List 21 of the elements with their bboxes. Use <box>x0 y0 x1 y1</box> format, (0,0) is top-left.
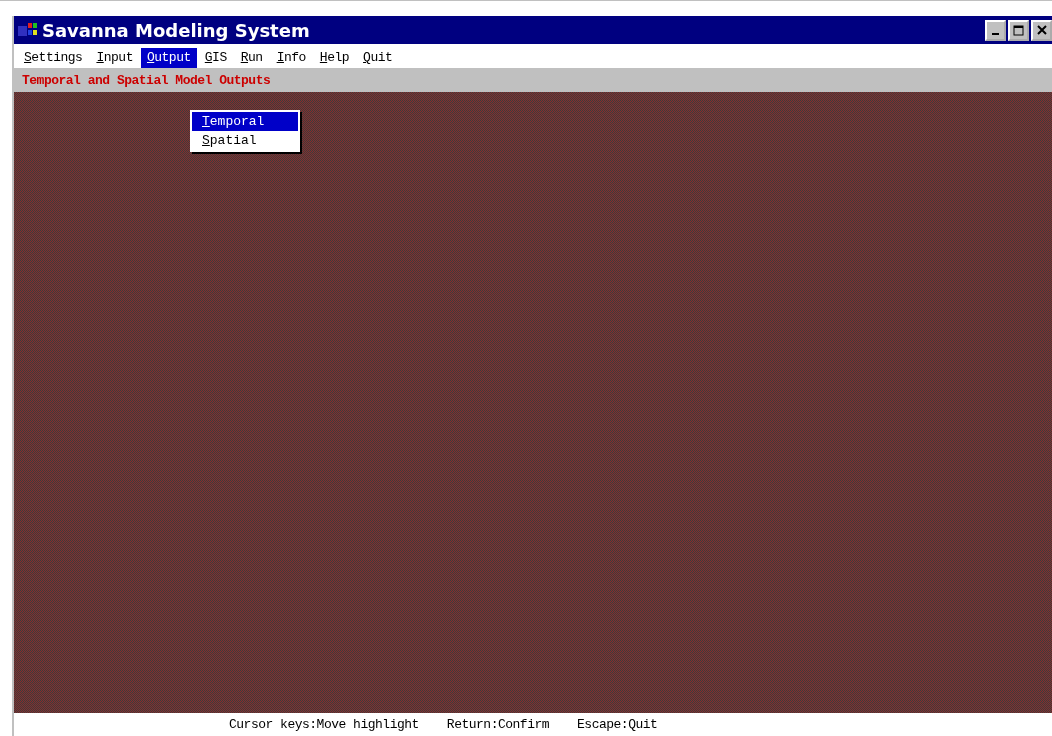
menu-item[interactable]: Output <box>140 48 197 68</box>
maximize-icon <box>1013 24 1024 36</box>
menu-item[interactable]: Help <box>313 48 356 68</box>
status-hint: Escape:Quit <box>577 717 658 732</box>
status-hint: Return:Confirm <box>446 717 550 732</box>
subtitle: Temporal and Spatial Model Outputs <box>22 72 271 88</box>
menu-item[interactable]: Input <box>90 48 139 68</box>
window-title: Savanna Modeling System <box>42 19 311 41</box>
menu-item[interactable]: GIS <box>198 48 233 68</box>
close-icon <box>1036 25 1047 35</box>
minimize-button[interactable] <box>985 19 1006 41</box>
dropdown-item[interactable]: Temporal <box>192 112 298 131</box>
maximize-button[interactable] <box>1008 19 1029 41</box>
status-hint: Cursor keys:Move highlight <box>229 717 419 732</box>
app-icon <box>18 22 38 38</box>
close-button[interactable] <box>1031 19 1052 41</box>
menu-item[interactable]: Info <box>270 48 312 68</box>
minimize-icon <box>992 32 999 35</box>
menu-item[interactable]: Quit <box>357 48 399 68</box>
menu-item[interactable]: Settings <box>18 48 89 68</box>
menu-item[interactable]: Run <box>234 48 269 68</box>
